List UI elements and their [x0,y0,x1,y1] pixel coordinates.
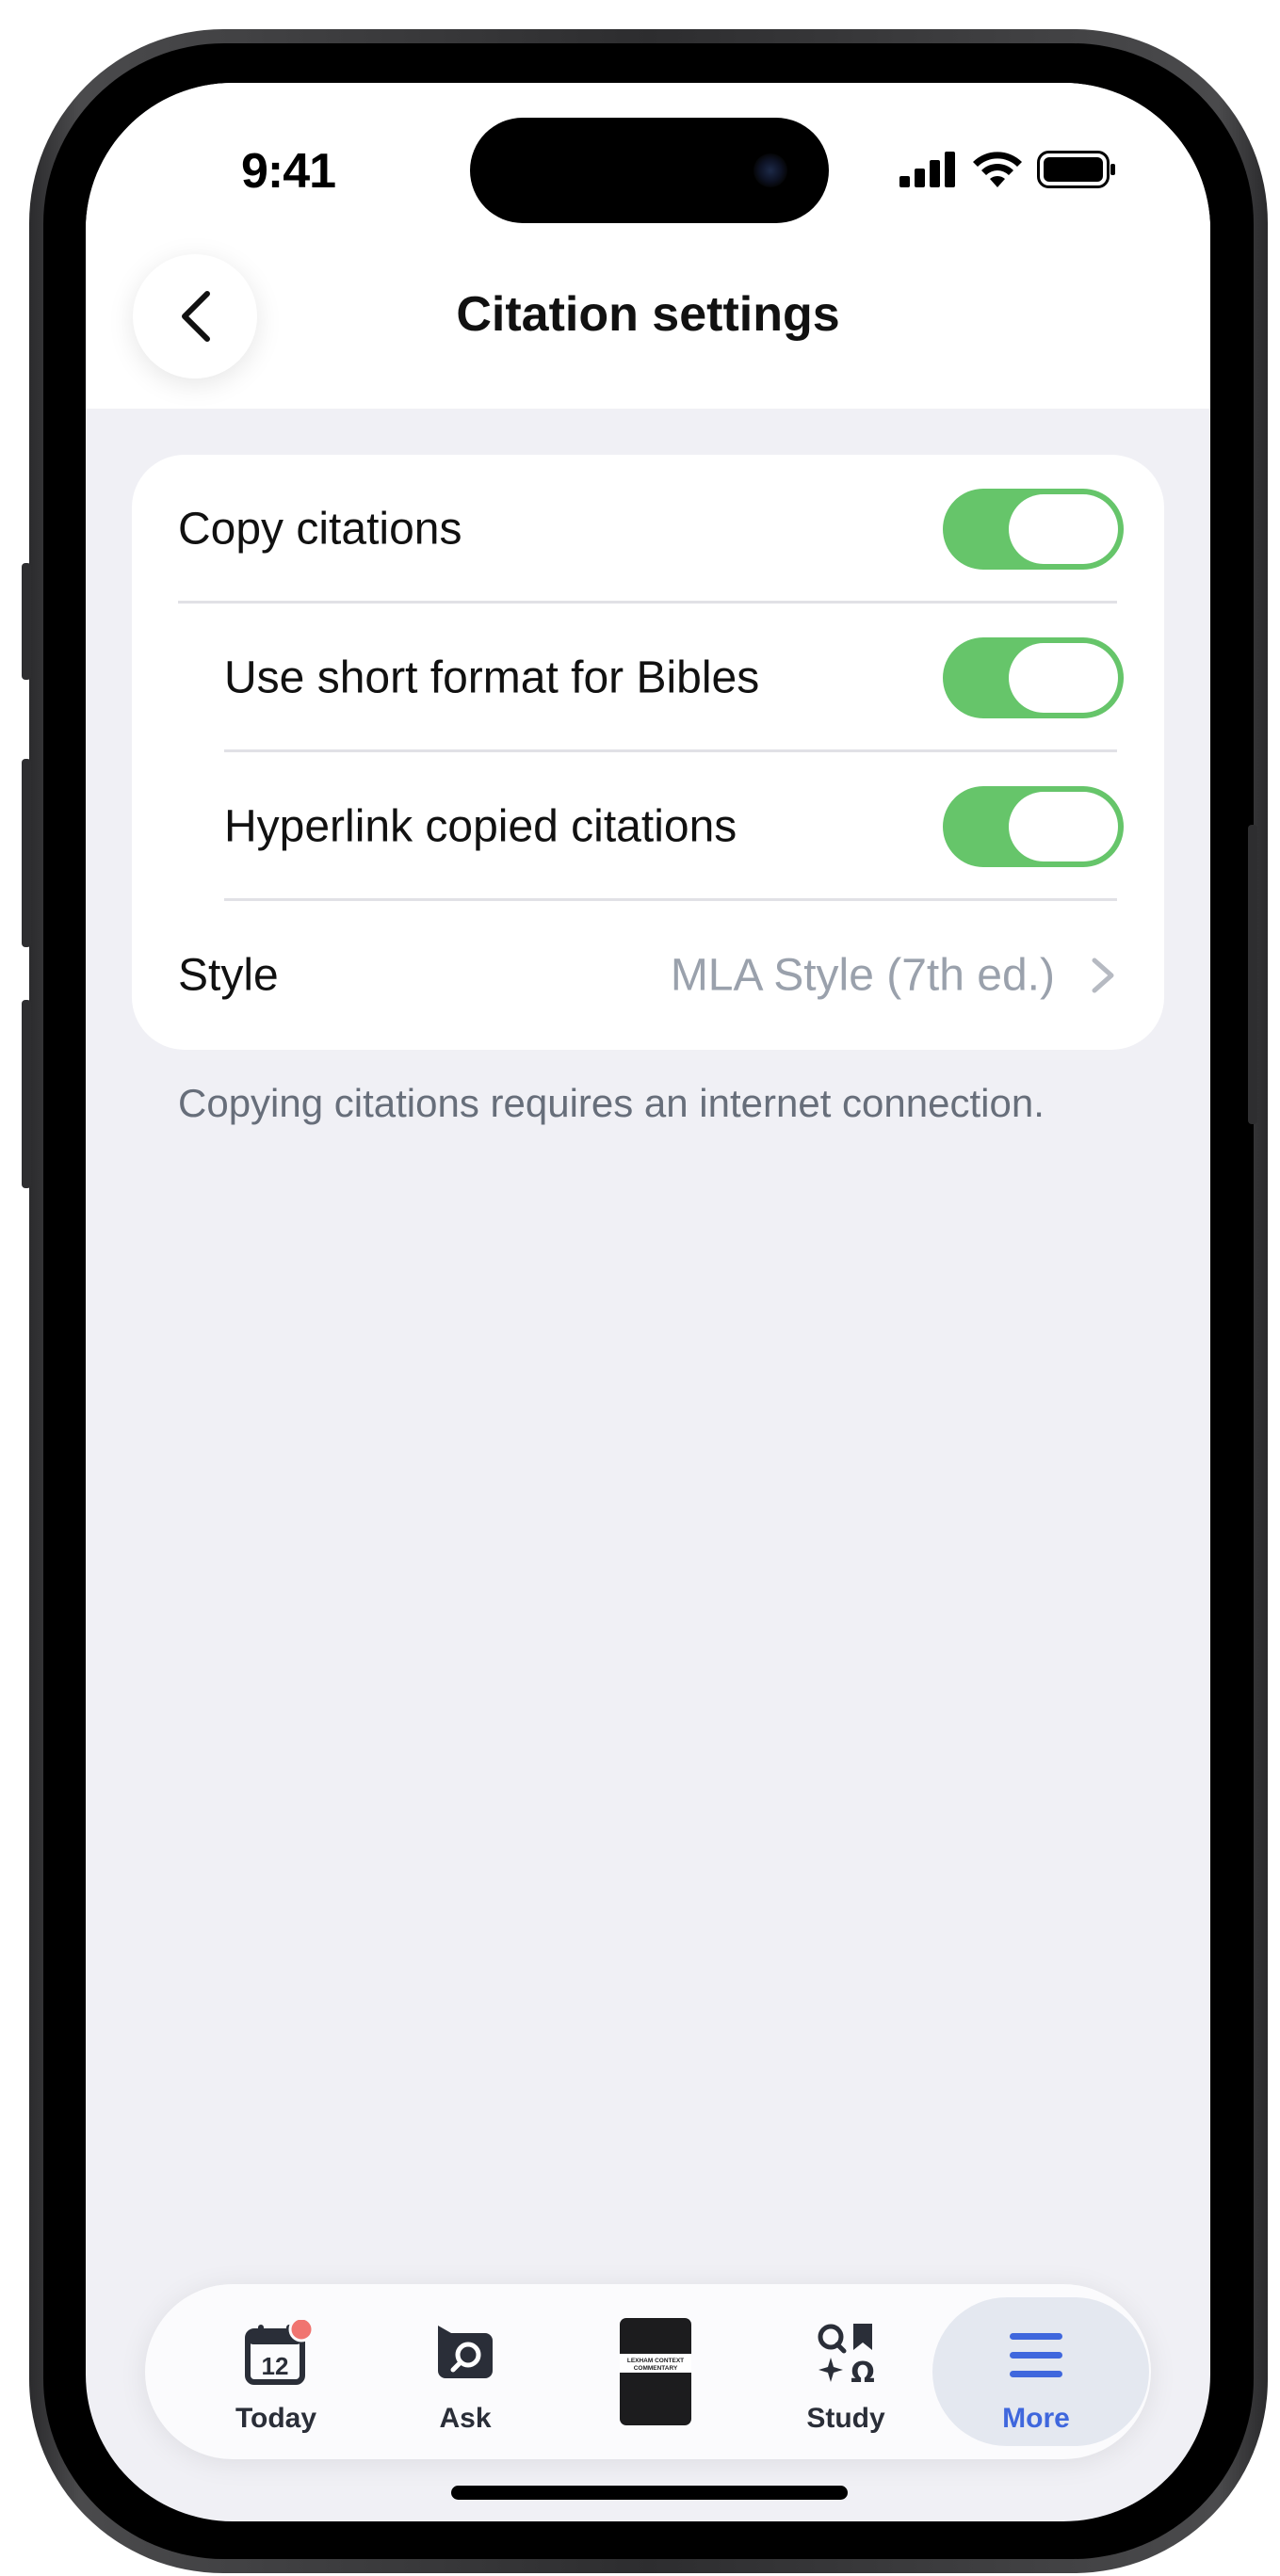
tab-study[interactable]: Ω Study [752,2284,940,2459]
camera-icon [753,153,787,187]
volume-down-button [22,1000,31,1188]
navigation-header: 9:41 Citation settings [86,83,1210,409]
citation-settings-card: Copy citations Use short format for Bibl… [132,455,1164,1050]
copy-citations-row: Copy citations [132,455,1164,604]
tab-ask-label: Ask [439,2403,492,2434]
hyperlink-label: Hyperlink copied citations [224,801,737,852]
tab-more[interactable]: More [932,2284,1149,2459]
hyperlink-toggle[interactable] [943,786,1124,867]
home-indicator[interactable] [451,2486,848,2500]
toggle-knob [1009,494,1118,564]
tab-today-label: Today [235,2403,317,2434]
toggle-knob [1009,643,1118,713]
dynamic-island [470,118,829,223]
status-time: 9:41 [241,144,336,199]
short-format-label: Use short format for Bibles [224,652,760,703]
chat-search-icon [438,2326,493,2378]
battery-icon [1037,151,1115,188]
tab-bar: 12 Today Ask LEXHAM CONTEXT COMMENTARY Ω… [145,2284,1151,2459]
svg-text:12: 12 [262,2352,289,2380]
study-icon: Ω [818,2324,875,2386]
footnote-text: Copying citations requires an internet c… [178,1081,1045,1125]
style-row[interactable]: Style MLA Style (7th ed.) [132,901,1164,1050]
chevron-right-icon [1092,958,1114,993]
volume-up-button [22,759,31,947]
action-button [22,563,31,680]
power-button [1248,825,1257,1124]
tab-ask[interactable]: Ask [371,2284,559,2459]
copy-citations-toggle[interactable] [943,489,1124,570]
hyperlink-row: Hyperlink copied citations [132,752,1164,901]
status-icons [899,151,1116,188]
wifi-icon [973,152,1022,187]
tab-more-label: More [1002,2403,1070,2434]
style-value: MLA Style (7th ed.) [670,950,1055,1001]
screen: 9:41 Citation settings Copy citations Us… [86,83,1210,2521]
menu-icon [1010,2333,1062,2377]
cellular-signal-icon [899,152,955,187]
book-cover-icon: LEXHAM CONTEXT COMMENTARY [620,2318,691,2425]
copy-citations-label: Copy citations [178,504,462,555]
tab-today[interactable]: 12 Today [182,2284,370,2459]
page-title: Citation settings [456,287,840,342]
toggle-knob [1009,792,1118,861]
svg-text:Ω: Ω [851,2357,875,2386]
tab-study-label: Study [806,2403,885,2434]
book-cover-title: LEXHAM CONTEXT [627,2358,684,2364]
short-format-row: Use short format for Bibles [132,604,1164,752]
book-cover-subtitle: COMMENTARY [634,2365,678,2372]
tab-book[interactable]: LEXHAM CONTEXT COMMENTARY [561,2284,750,2459]
style-label: Style [178,950,279,1001]
short-format-toggle[interactable] [943,637,1124,718]
calendar-icon: 12 [245,2320,314,2385]
